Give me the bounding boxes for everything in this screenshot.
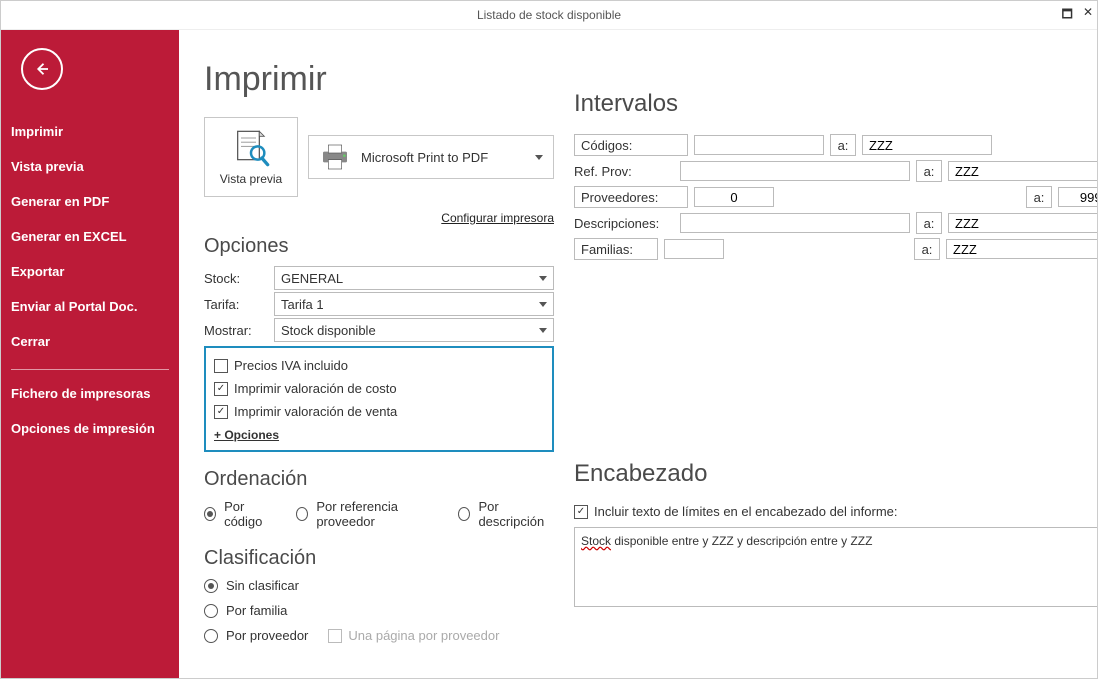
encabezado-text-rest: disponible entre y ZZZ y descripción ent…: [611, 534, 872, 548]
chevron-down-icon: [539, 302, 547, 307]
chevron-down-icon: [539, 276, 547, 281]
back-button[interactable]: [21, 48, 63, 90]
radio-por-descripcion-label: Por descripción: [478, 499, 554, 529]
sidebar-item-exportar[interactable]: Exportar: [11, 254, 179, 289]
back-arrow-icon: [33, 60, 51, 78]
radio-por-referencia[interactable]: Por referencia proveedor: [296, 499, 438, 529]
descripciones-to-input[interactable]: [948, 213, 1097, 233]
more-options-link[interactable]: + Opciones: [214, 428, 279, 442]
codigos-from-input[interactable]: [694, 135, 824, 155]
proveedores-from-input[interactable]: [694, 187, 774, 207]
a-label: a:: [914, 238, 940, 260]
familias-to-input[interactable]: [946, 239, 1097, 259]
printer-select[interactable]: Microsoft Print to PDF: [308, 135, 554, 179]
sidebar-item-opciones-impresion[interactable]: Opciones de impresión: [11, 411, 179, 446]
radio-por-descripcion[interactable]: Por descripción: [458, 499, 554, 529]
radio-por-proveedor[interactable]: Por proveedor: [204, 628, 308, 643]
sidebar: Imprimir Vista previa Generar en PDF Gen…: [1, 30, 179, 678]
chk-iva-label: Precios IVA incluido: [234, 358, 348, 373]
chk-una-pagina: [328, 629, 342, 643]
codigos-to-input[interactable]: [862, 135, 992, 155]
radio-por-proveedor-label: Por proveedor: [226, 628, 308, 643]
chk-venta[interactable]: ✓: [214, 405, 228, 419]
ordenacion-heading: Ordenación: [204, 468, 554, 491]
stock-value: GENERAL: [281, 271, 343, 286]
radio-por-referencia-label: Por referencia proveedor: [316, 499, 438, 529]
chevron-down-icon: [539, 328, 547, 333]
descripciones-from-input[interactable]: [680, 213, 910, 233]
sidebar-item-generar-excel[interactable]: Generar en EXCEL: [11, 219, 179, 254]
vista-previa-button[interactable]: Vista previa: [204, 117, 298, 197]
sidebar-item-enviar-portal[interactable]: Enviar al Portal Doc.: [11, 289, 179, 324]
sidebar-item-cerrar[interactable]: Cerrar: [11, 324, 179, 359]
mostrar-label: Mostrar:: [204, 323, 274, 338]
refprov-to-input[interactable]: [948, 161, 1097, 181]
proveedores-to-input[interactable]: [1058, 187, 1097, 207]
refprov-label: Ref. Prov:: [574, 164, 674, 179]
sidebar-item-vista-previa[interactable]: Vista previa: [11, 149, 179, 184]
vista-previa-label: Vista previa: [220, 172, 282, 186]
stock-select[interactable]: GENERAL: [274, 266, 554, 290]
opciones-heading: Opciones: [204, 235, 554, 258]
chk-incluir-texto-label: Incluir texto de límites en el encabezad…: [594, 504, 898, 519]
intervalos-heading: Intervalos: [574, 90, 1097, 118]
familias-from-input[interactable]: [664, 239, 724, 259]
stock-label: Stock:: [204, 271, 274, 286]
tarifa-select[interactable]: Tarifa 1: [274, 292, 554, 316]
radio-sin-clasificar[interactable]: Sin clasificar: [204, 578, 299, 593]
chk-venta-label: Imprimir valoración de venta: [234, 404, 397, 419]
sidebar-item-imprimir[interactable]: Imprimir: [11, 114, 179, 149]
printer-name: Microsoft Print to PDF: [361, 150, 488, 165]
mostrar-select[interactable]: Stock disponible: [274, 318, 554, 342]
sidebar-divider: [11, 369, 169, 370]
radio-por-codigo[interactable]: Por código: [204, 499, 276, 529]
clasificacion-heading: Clasificación: [204, 547, 554, 570]
configure-printer-link[interactable]: Configurar impresora: [441, 211, 554, 225]
radio-por-familia[interactable]: Por familia: [204, 603, 287, 618]
window-close-icon[interactable]: ✕: [1083, 5, 1093, 26]
mostrar-value: Stock disponible: [281, 323, 376, 338]
preview-icon: [231, 128, 271, 168]
refprov-from-input[interactable]: [680, 161, 910, 181]
titlebar: Listado de stock disponible 🗖 ✕: [1, 1, 1097, 30]
codigos-label: Códigos:: [574, 134, 688, 156]
chevron-down-icon: [535, 155, 543, 160]
chk-costo[interactable]: ✓: [214, 382, 228, 396]
a-label: a:: [830, 134, 856, 156]
a-label: a:: [1026, 186, 1052, 208]
sidebar-item-generar-pdf[interactable]: Generar en PDF: [11, 184, 179, 219]
chk-costo-label: Imprimir valoración de costo: [234, 381, 397, 396]
a-label: a:: [916, 212, 942, 234]
chk-incluir-texto[interactable]: ✓: [574, 505, 588, 519]
opciones-panel: Precios IVA incluido ✓ Imprimir valoraci…: [204, 346, 554, 452]
chk-iva[interactable]: [214, 359, 228, 373]
window-title: Listado de stock disponible: [1, 8, 1097, 22]
radio-por-codigo-label: Por código: [224, 499, 276, 529]
familias-label: Familias:: [574, 238, 658, 260]
printer-icon: [319, 143, 351, 171]
encabezado-text-prefix: Stock: [581, 534, 611, 548]
proveedores-label: Proveedores:: [574, 186, 688, 208]
radio-sin-clasificar-label: Sin clasificar: [226, 578, 299, 593]
tarifa-label: Tarifa:: [204, 297, 274, 312]
encabezado-heading: Encabezado: [574, 460, 1097, 488]
page-title: Imprimir: [204, 60, 554, 99]
tarifa-value: Tarifa 1: [281, 297, 324, 312]
descripciones-label: Descripciones:: [574, 216, 674, 231]
sidebar-item-fichero-impresoras[interactable]: Fichero de impresoras: [11, 376, 179, 411]
radio-por-familia-label: Por familia: [226, 603, 287, 618]
a-label: a:: [916, 160, 942, 182]
chk-una-pagina-label: Una página por proveedor: [348, 628, 499, 643]
encabezado-textarea[interactable]: Stock disponible entre y ZZZ y descripci…: [574, 527, 1097, 607]
window-maximize-icon[interactable]: 🗖: [1062, 5, 1073, 26]
